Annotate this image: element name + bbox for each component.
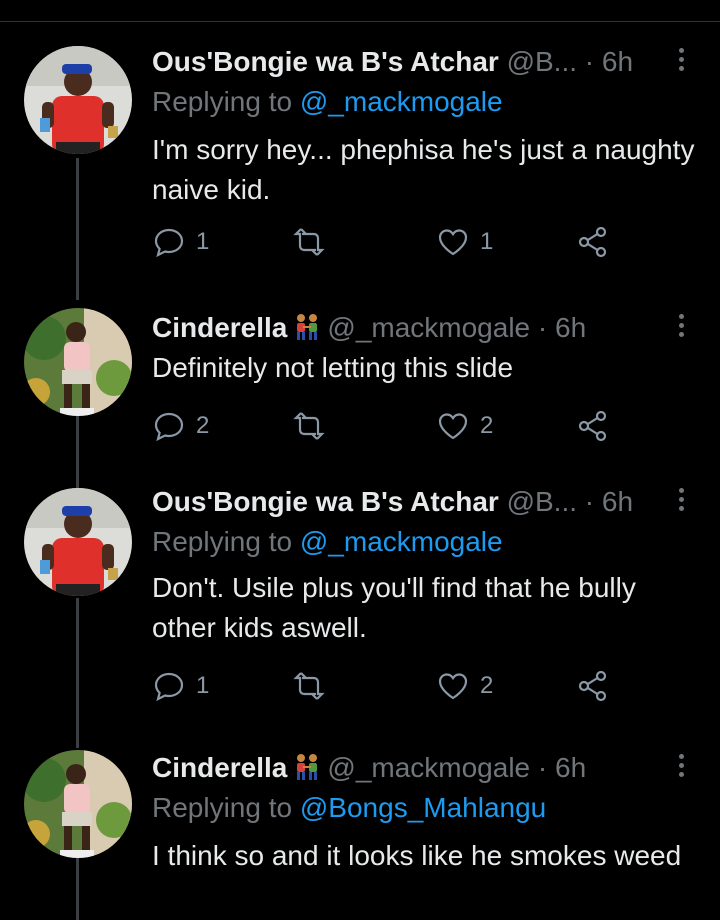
- replying-to: Replying to @_mackmogale: [152, 522, 503, 562]
- timestamp[interactable]: 6h: [555, 312, 586, 343]
- replying-to: Replying to @Bongs_Mahlangu: [152, 788, 546, 828]
- display-name[interactable]: Cinderella: [152, 752, 287, 783]
- more-options-icon[interactable]: [676, 314, 686, 344]
- share-icon: [578, 410, 607, 442]
- thread-connector: [76, 858, 79, 920]
- replying-to-link[interactable]: @_mackmogale: [300, 86, 503, 117]
- user-handle[interactable]: @_mackmogale: [327, 312, 530, 343]
- tweet-text: I think so and it looks like he smokes w…: [152, 840, 682, 871]
- top-divider: [0, 21, 720, 22]
- like-count: 2: [480, 412, 494, 439]
- like-button[interactable]: 1: [436, 222, 493, 262]
- share-button[interactable]: [576, 666, 610, 706]
- avatar-image: [24, 308, 132, 416]
- tweet-actions: 1 1: [152, 222, 696, 262]
- reply-button[interactable]: 1: [152, 666, 209, 706]
- display-name[interactable]: Ous'Bongie wa B's Atchar: [152, 486, 499, 517]
- separator-dot: ·: [537, 752, 548, 783]
- separator-dot: ·: [584, 46, 595, 77]
- tweet-text: Don't. Usile plus you'll find that he bu…: [152, 572, 636, 643]
- people-holding-hands-emoji: [293, 312, 321, 352]
- replying-to-label: Replying to: [152, 86, 300, 117]
- tweet-text: Definitely not letting this slide: [152, 352, 514, 383]
- share-button[interactable]: [576, 222, 610, 262]
- user-handle[interactable]: @B...: [507, 486, 577, 517]
- retweet-button[interactable]: [292, 666, 326, 706]
- heart-icon: [438, 229, 468, 256]
- more-options-icon[interactable]: [676, 754, 686, 784]
- more-options-icon[interactable]: [676, 488, 686, 518]
- reply-button[interactable]: 2: [152, 406, 209, 446]
- timestamp[interactable]: 6h: [602, 46, 633, 77]
- heart-icon: [438, 673, 468, 700]
- timestamp[interactable]: 6h: [602, 486, 633, 517]
- tweet-header: Ous'Bongie wa B's Atchar @B... · 6h: [152, 42, 680, 82]
- tweet-header: Ous'Bongie wa B's Atchar @B... · 6h: [152, 482, 680, 522]
- reply-count: 2: [196, 412, 210, 439]
- like-count: 2: [480, 672, 494, 699]
- reply-count: 1: [196, 672, 210, 699]
- replying-to: Replying to @_mackmogale: [152, 82, 503, 122]
- share-button[interactable]: [576, 406, 610, 446]
- reply-icon: [154, 228, 184, 258]
- avatar[interactable]: [24, 488, 132, 596]
- replying-to-label: Replying to: [152, 526, 300, 557]
- retweet-icon: [293, 412, 325, 440]
- people-holding-hands-emoji: [293, 752, 321, 792]
- tweet-actions: 1 2: [152, 666, 696, 706]
- avatar[interactable]: [24, 750, 132, 858]
- thread-connector: [76, 416, 79, 488]
- avatar-image: [24, 46, 132, 154]
- reply-icon: [154, 672, 184, 702]
- tweet-actions: 2 2: [152, 406, 696, 446]
- share-icon: [578, 670, 607, 702]
- like-button[interactable]: 2: [436, 406, 493, 446]
- avatar[interactable]: [24, 308, 132, 416]
- tweet-header: Cinderella @_mackmogale · 6h: [152, 748, 680, 788]
- avatar[interactable]: [24, 46, 132, 154]
- avatar-image: [24, 750, 132, 858]
- like-count: 1: [480, 228, 494, 255]
- separator-dot: ·: [584, 486, 595, 517]
- timestamp[interactable]: 6h: [555, 752, 586, 783]
- retweet-button[interactable]: [292, 222, 326, 262]
- retweet-button[interactable]: [292, 406, 326, 446]
- avatar-image: [24, 488, 132, 596]
- thread-connector: [76, 598, 79, 748]
- heart-icon: [438, 413, 468, 440]
- retweet-icon: [293, 672, 325, 700]
- reply-icon: [154, 412, 184, 442]
- display-name[interactable]: Ous'Bongie wa B's Atchar: [152, 46, 499, 77]
- reply-button[interactable]: 1: [152, 222, 209, 262]
- more-options-icon[interactable]: [676, 48, 686, 78]
- tweet-text: I'm sorry hey... phephisa he's just a na…: [152, 134, 695, 205]
- replying-to-link[interactable]: @_mackmogale: [300, 526, 503, 557]
- user-handle[interactable]: @_mackmogale: [327, 752, 530, 783]
- display-name[interactable]: Cinderella: [152, 312, 287, 343]
- tweet-header: Cinderella @_mackmogale · 6h: [152, 308, 680, 348]
- thread-connector: [76, 158, 79, 300]
- user-handle[interactable]: @B...: [507, 46, 577, 77]
- replying-to-label: Replying to: [152, 792, 300, 823]
- like-button[interactable]: 2: [436, 666, 493, 706]
- replying-to-link[interactable]: @Bongs_Mahlangu: [300, 792, 546, 823]
- share-icon: [578, 226, 607, 258]
- retweet-icon: [293, 228, 325, 256]
- reply-count: 1: [196, 228, 210, 255]
- separator-dot: ·: [537, 312, 548, 343]
